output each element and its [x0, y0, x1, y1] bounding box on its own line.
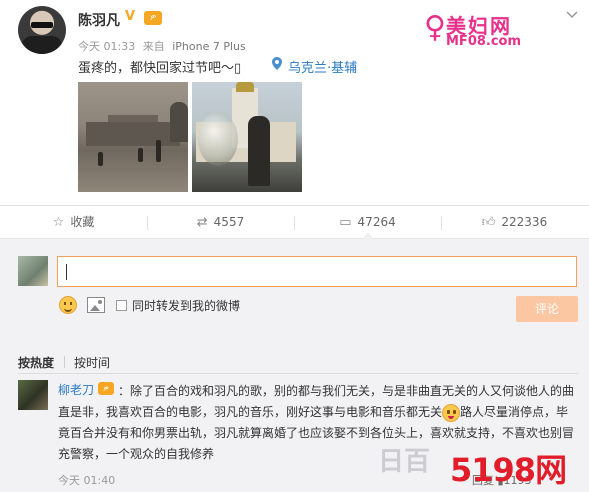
comment-time: 今天 01:40 [58, 474, 116, 487]
comment-author-name[interactable]: 柳老刀 [58, 381, 94, 398]
repost-icon: ⇄ [196, 215, 208, 230]
post-username[interactable]: 陈羽凡 [78, 10, 120, 30]
repost-checkbox[interactable] [116, 300, 127, 311]
favorite-button[interactable]: ☆ 收藏 [0, 206, 147, 239]
post-meta: 今天 01:33 来自 iPhone 7 Plus [78, 38, 250, 54]
weibo-post: 陈羽凡 V ዎ 今天 01:33 来自 iPhone 7 Plus 蛋疼的，都快… [0, 0, 589, 205]
post-text: 蛋疼的，都快回家过节吧～▯ [78, 61, 242, 76]
watermark-figure: ♀ [424, 10, 446, 45]
comment-author-badge-icon: ዎ [98, 382, 114, 395]
repost-button[interactable]: ⇄ 4557 [147, 206, 294, 239]
star-icon: ☆ [52, 215, 65, 230]
emoji-button-icon[interactable] [59, 296, 77, 314]
watermark-5198: 5198网 [450, 451, 567, 489]
thumbs-up-icon: 👍︎ [481, 215, 496, 230]
sort-by-time-tab[interactable]: 按时间 [74, 354, 110, 371]
post-action-bar: ☆ 收藏 ⇄ 4557 ▭ 47264 👍︎ 222336 [0, 205, 589, 239]
submit-comment-button[interactable]: 评论 [516, 296, 578, 322]
like-count: 222336 [501, 215, 548, 229]
sort-by-hot-tab[interactable]: 按热度 [18, 354, 54, 371]
post-device: iPhone 7 Plus [172, 40, 246, 53]
image-upload-icon[interactable] [87, 297, 105, 313]
post-image-square[interactable] [78, 82, 188, 192]
comment-input[interactable] [57, 256, 577, 287]
post-source-prefix: 来自 [142, 40, 165, 53]
watermark-logo-mf08: ♀ 美妇网 MF08.com [424, 8, 534, 52]
divider [64, 356, 65, 368]
post-location[interactable]: 乌克兰·基辅 [288, 57, 357, 76]
vip-level-badge-icon: ዎ [144, 11, 162, 25]
chevron-down-icon[interactable] [566, 8, 578, 22]
favorite-label: 收藏 [70, 215, 95, 229]
user-avatar[interactable] [18, 6, 66, 54]
comment-author-avatar[interactable] [18, 380, 48, 410]
watermark-url: MF08.com [446, 34, 522, 49]
divider [18, 373, 578, 374]
post-image-church[interactable] [192, 82, 302, 192]
repost-checkbox-label[interactable]: 同时转发到我的微博 [132, 297, 240, 314]
comment-icon: ▭ [339, 215, 352, 230]
post-time[interactable]: 今天 01:33 [78, 40, 135, 53]
watermark-faint: 日百 [378, 447, 431, 477]
surprised-emoji-icon [442, 403, 461, 422]
my-avatar [18, 256, 48, 286]
verified-badge-icon: V [125, 9, 136, 24]
location-pin-icon [272, 57, 282, 74]
like-button[interactable]: 👍︎ 222336 [441, 206, 588, 239]
text-caret [66, 264, 67, 280]
comment-count: 47264 [357, 215, 396, 229]
repost-count: 4557 [213, 215, 245, 229]
